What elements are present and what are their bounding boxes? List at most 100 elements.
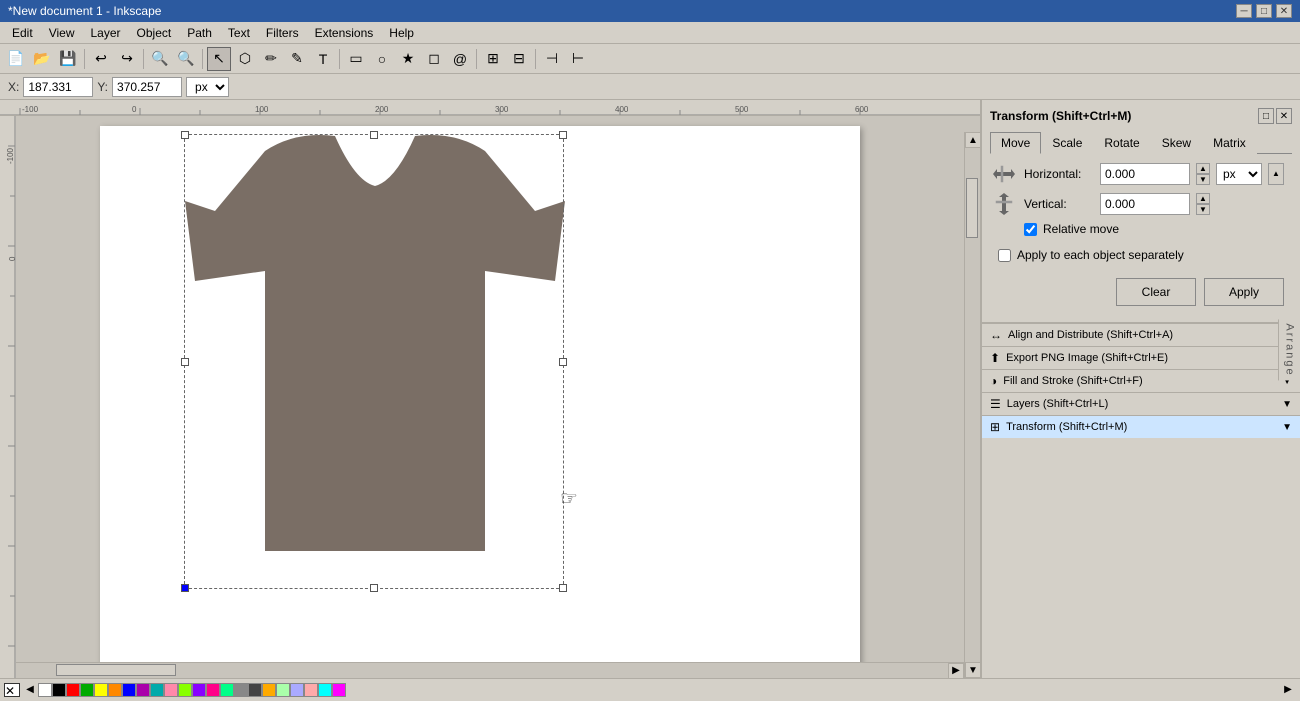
collapsed-panel-3[interactable]: ☰ Layers (Shift+Ctrl+L) ▼: [982, 392, 1300, 415]
color-swatch-8[interactable]: [150, 683, 164, 697]
node-tool[interactable]: ⬡: [233, 47, 257, 71]
color-swatch-20[interactable]: [318, 683, 332, 697]
menu-item-object[interactable]: Object: [129, 24, 180, 42]
select-tool[interactable]: ↖: [207, 47, 231, 71]
collapsed-panel-1[interactable]: ⬆ Export PNG Image (Shift+Ctrl+E) ▼: [982, 346, 1300, 369]
align-left-button[interactable]: ⊣: [540, 47, 564, 71]
color-swatch-21[interactable]: [332, 683, 346, 697]
text-tool[interactable]: T: [311, 47, 335, 71]
apply-button[interactable]: Apply: [1204, 278, 1284, 306]
align-right-button[interactable]: ⊢: [566, 47, 590, 71]
open-button[interactable]: 📂: [30, 47, 54, 71]
color-swatch-2[interactable]: [66, 683, 80, 697]
vscroll[interactable]: ▲ ▼: [964, 132, 980, 678]
color-swatch-0[interactable]: [38, 683, 52, 697]
hscroll-thumb[interactable]: [56, 664, 176, 676]
tab-move[interactable]: Move: [990, 132, 1041, 154]
color-swatch-13[interactable]: [220, 683, 234, 697]
group-button[interactable]: ⊞: [481, 47, 505, 71]
relative-move-checkbox[interactable]: [1024, 223, 1037, 236]
menu-item-help[interactable]: Help: [381, 24, 422, 42]
circle-tool[interactable]: ○: [370, 47, 394, 71]
3d-tool[interactable]: ◻: [422, 47, 446, 71]
panel-label-4: Transform (Shift+Ctrl+M): [1006, 421, 1127, 433]
clear-button[interactable]: Clear: [1116, 278, 1196, 306]
x-input[interactable]: [23, 77, 93, 97]
horizontal-spin-down[interactable]: ▼: [1196, 174, 1210, 185]
color-swatch-11[interactable]: [192, 683, 206, 697]
vertical-input[interactable]: [1100, 193, 1190, 215]
color-swatch-3[interactable]: [80, 683, 94, 697]
tab-scale[interactable]: Scale: [1041, 132, 1093, 154]
hscroll[interactable]: ◀ ▶: [0, 662, 964, 678]
color-swatch-14[interactable]: [234, 683, 248, 697]
pencil-tool[interactable]: ✎: [285, 47, 309, 71]
ungroup-button[interactable]: ⊟: [507, 47, 531, 71]
vscroll-down-btn[interactable]: ▼: [965, 662, 980, 678]
color-swatch-1[interactable]: [52, 683, 66, 697]
color-swatch-12[interactable]: [206, 683, 220, 697]
horizontal-input[interactable]: [1100, 163, 1190, 185]
zoom-out-button[interactable]: 🔍: [174, 47, 198, 71]
tab-skew[interactable]: Skew: [1151, 132, 1202, 154]
collapsed-panel-4[interactable]: ⊞ Transform (Shift+Ctrl+M) ▼: [982, 415, 1300, 438]
transform-expand-btn[interactable]: □: [1258, 108, 1274, 124]
menu-item-edit[interactable]: Edit: [4, 24, 41, 42]
menu-item-path[interactable]: Path: [179, 24, 220, 42]
menu-item-text[interactable]: Text: [220, 24, 258, 42]
collapsed-panel-0[interactable]: ↔ Align and Distribute (Shift+Ctrl+A) ▼: [982, 323, 1300, 346]
menu-item-layer[interactable]: Layer: [82, 24, 128, 42]
tab-matrix[interactable]: Matrix: [1202, 132, 1257, 154]
menu-item-filters[interactable]: Filters: [258, 24, 307, 42]
arrange-panel[interactable]: Arrange: [1278, 319, 1300, 380]
toolbar-sep-3: [202, 49, 203, 69]
apply-each-checkbox[interactable]: [998, 249, 1011, 262]
color-swatch-16[interactable]: [262, 683, 276, 697]
vscroll-thumb[interactable]: [966, 178, 978, 238]
color-swatch-9[interactable]: [164, 683, 178, 697]
undo-button[interactable]: ↩: [89, 47, 113, 71]
hscroll-track[interactable]: [16, 663, 948, 679]
rect-tool[interactable]: ▭: [344, 47, 368, 71]
apply-each-row: Apply to each object separately: [998, 248, 1292, 262]
color-swatch-17[interactable]: [276, 683, 290, 697]
canvas-container[interactable]: -100 0: [0, 116, 980, 678]
color-swatch-18[interactable]: [290, 683, 304, 697]
canvas-area[interactable]: -100 0 100 200 300 400: [0, 100, 980, 678]
vertical-spin-up[interactable]: ▲: [1196, 193, 1210, 204]
color-swatch-15[interactable]: [248, 683, 262, 697]
close-button[interactable]: ✕: [1276, 4, 1292, 18]
color-swatch-5[interactable]: [108, 683, 122, 697]
bezier-tool[interactable]: ✏: [259, 47, 283, 71]
color-swatch-6[interactable]: [122, 683, 136, 697]
vscroll-up-btn[interactable]: ▲: [965, 132, 980, 148]
zoom-in-button[interactable]: 🔍: [148, 47, 172, 71]
no-color-swatch[interactable]: ✕: [4, 683, 20, 697]
vscroll-track[interactable]: [965, 148, 980, 662]
save-button[interactable]: 💾: [56, 47, 80, 71]
star-tool[interactable]: ★: [396, 47, 420, 71]
vertical-spin-down[interactable]: ▼: [1196, 204, 1210, 215]
spiral-tool[interactable]: @: [448, 47, 472, 71]
y-input[interactable]: [112, 77, 182, 97]
maximize-button[interactable]: □: [1256, 4, 1272, 18]
menu-item-extensions[interactable]: Extensions: [307, 24, 382, 42]
tab-rotate[interactable]: Rotate: [1093, 132, 1150, 154]
unit-spin-up[interactable]: ▲: [1268, 163, 1284, 185]
minimize-button[interactable]: ─: [1236, 4, 1252, 18]
palette-right-btn[interactable]: ▶: [1280, 679, 1296, 701]
menu-item-view[interactable]: View: [41, 24, 83, 42]
horizontal-unit-select[interactable]: px mm cm in pt: [1216, 163, 1262, 185]
palette-left-btn[interactable]: ◀: [22, 679, 38, 701]
transform-close-btn[interactable]: ✕: [1276, 108, 1292, 124]
hscroll-right-btn[interactable]: ▶: [948, 663, 964, 679]
horizontal-spin-up[interactable]: ▲: [1196, 163, 1210, 174]
color-swatch-4[interactable]: [94, 683, 108, 697]
color-swatch-7[interactable]: [136, 683, 150, 697]
color-swatch-10[interactable]: [178, 683, 192, 697]
collapsed-panel-2[interactable]: ◑ Fill and Stroke (Shift+Ctrl+F) ▼: [982, 369, 1300, 392]
new-button[interactable]: 📄: [4, 47, 28, 71]
unit-select[interactable]: px: [186, 77, 229, 97]
redo-button[interactable]: ↪: [115, 47, 139, 71]
color-swatch-19[interactable]: [304, 683, 318, 697]
